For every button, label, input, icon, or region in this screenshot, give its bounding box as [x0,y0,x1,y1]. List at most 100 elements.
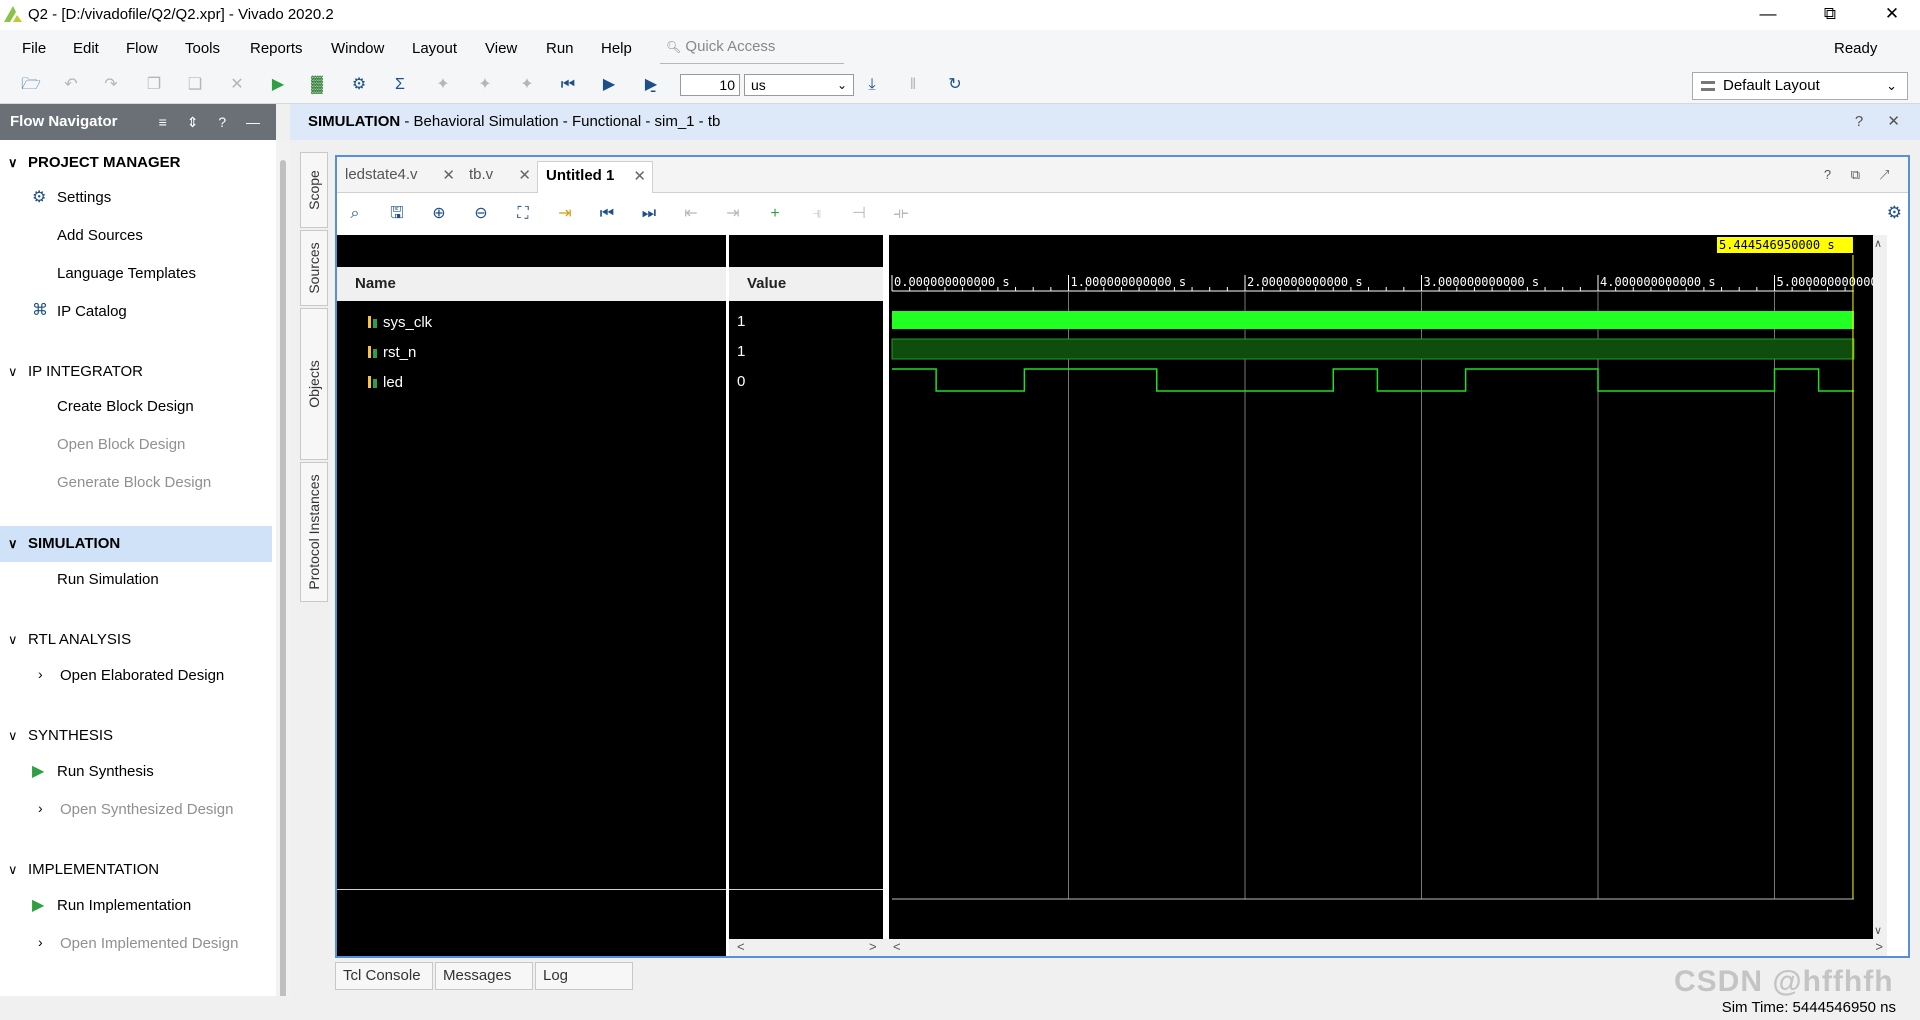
value-column-header[interactable]: Value [729,267,883,301]
paste-icon[interactable]: ❑ [184,74,206,96]
menu-file[interactable]: File [22,40,46,57]
tab-scope[interactable]: Scope [300,152,328,228]
chevron-right-icon[interactable]: › [38,934,43,950]
section-synthesis[interactable]: ∨ SYNTHESIS [8,727,113,744]
quick-access-search[interactable]: 🔍︎ Quick Access [660,36,844,64]
menu-flow[interactable]: Flow [126,40,158,57]
section-implementation[interactable]: ∨ IMPLEMENTATION [8,861,159,878]
previous-transition-icon[interactable]: ⇤ [680,203,702,225]
fn-run-synthesis[interactable]: Run Synthesis [57,763,154,780]
menu-edit[interactable]: Edit [73,40,99,57]
layout-select[interactable]: Default Layout ⌄ [1692,72,1908,100]
fn-ip-catalog[interactable]: IP Catalog [57,303,127,320]
run-all-icon[interactable]: ▶ [598,74,620,96]
section-ip-integrator[interactable]: ∨ IP INTEGRATOR [8,363,143,380]
settings-gear-icon[interactable]: ⚙ [348,74,370,96]
menu-help[interactable]: Help [601,40,632,57]
delete-icon[interactable]: ✕ [226,74,248,96]
close-icon[interactable]: ✕ [633,163,646,191]
chevron-right-icon[interactable]: › [38,800,43,816]
open-project-icon[interactable]: 🗁︎ [20,74,42,96]
next-transition-icon[interactable]: ⇥ [722,203,744,225]
search-icon[interactable]: ⌕ [344,203,366,225]
menu-layout[interactable]: Layout [412,40,457,57]
run-time-input[interactable]: 10 [680,74,740,96]
disabled-tool-icon[interactable]: ✦ [474,74,496,96]
menu-window[interactable]: Window [331,40,384,57]
section-simulation[interactable]: ∨ SIMULATION [8,535,120,552]
menu-tools[interactable]: Tools [185,40,220,57]
editor-tab-icons[interactable]: ? ⧉ ↗ [1824,167,1898,183]
restore-button[interactable]: ⧉ [1804,0,1856,30]
run-icon[interactable]: ▶ [267,74,289,96]
go-to-end-icon[interactable]: ⏭︎ [638,203,660,225]
tab-objects[interactable]: Objects [300,308,328,460]
close-icon[interactable]: ✕ [442,162,455,190]
go-to-cursor-icon[interactable]: ⇥ [554,203,576,225]
tab-ledstate4[interactable]: ledstate4.v ✕ [337,161,461,193]
fn-create-block-design[interactable]: Create Block Design [57,398,194,415]
signal-row[interactable]: led [367,373,403,391]
fn-open-synthesized-design[interactable]: Open Synthesized Design [60,801,233,818]
scroll-left-icon[interactable]: < [893,939,901,954]
fn-run-simulation[interactable]: Run Simulation [57,571,159,588]
tab-protocol-instances[interactable]: Protocol Instances [300,462,328,602]
report-sigma-icon[interactable]: Σ [389,74,411,96]
fn-open-implemented-design[interactable]: Open Implemented Design [60,935,238,952]
step-icon[interactable]: ⤓ [861,74,883,96]
tab-untitled-1[interactable]: Untitled 1 ✕ [537,161,653,193]
previous-marker-icon[interactable]: ⫣ [806,203,828,225]
fn-language-templates[interactable]: Language Templates [57,265,196,282]
program-device-icon[interactable]: ▓ [306,74,328,96]
flow-navigator-scrollbar[interactable] [276,140,290,1020]
zoom-in-icon[interactable]: ⊕ [428,203,450,225]
fn-run-implementation[interactable]: Run Implementation [57,897,191,914]
waveform-pane[interactable]: 0.000000000000 s 1.000000000000 s 2.000000… [889,235,1892,939]
fn-add-sources[interactable]: Add Sources [57,227,143,244]
tab-tcl-console[interactable]: Tcl Console [335,962,433,990]
fn-open-elaborated-design[interactable]: Open Elaborated Design [60,667,224,684]
settings-gear-icon[interactable]: ⚙ [1887,203,1902,223]
scroll-thumb[interactable] [280,160,286,1020]
signal-row[interactable]: rst_n [367,343,416,361]
section-project-manager[interactable]: ∨ PROJECT MANAGER [8,154,181,171]
scroll-left-icon[interactable]: < [737,939,745,954]
disabled-tool-icon[interactable]: ✦ [432,74,454,96]
close-icon[interactable]: ✕ [518,162,531,190]
section-rtl-analysis[interactable]: ∨ RTL ANALYSIS [8,631,131,648]
horizontal-scrollbars[interactable]: < > < > [729,939,1887,956]
sim-header-icons[interactable]: ? ✕ [1855,104,1910,140]
tab-messages[interactable]: Messages [435,962,533,990]
fn-generate-block-design[interactable]: Generate Block Design [57,474,211,491]
menu-reports[interactable]: Reports [250,40,303,57]
time-unit-select[interactable]: us ⌄ [744,74,854,96]
copy-icon[interactable]: ❐ [143,74,165,96]
signal-row[interactable]: sys_clk [367,313,432,331]
fn-open-block-design[interactable]: Open Block Design [57,436,185,453]
zoom-out-icon[interactable]: ⊖ [470,203,492,225]
zoom-fit-icon[interactable]: ⛶ [512,203,534,225]
waveform-vertical-scrollbar[interactable]: ∧ ∨ [1873,235,1887,939]
tab-log[interactable]: Log [535,962,633,990]
redo-icon[interactable]: ↷ [100,74,122,96]
relaunch-icon[interactable]: ↻ [944,74,966,96]
scroll-right-icon[interactable]: > [1875,939,1883,954]
scroll-up-icon[interactable]: ∧ [1874,237,1882,250]
tab-sources[interactable]: Sources [300,230,328,306]
break-icon[interactable]: ‖ [902,74,924,96]
disabled-tool-icon[interactable]: ✦ [516,74,538,96]
fn-settings[interactable]: Settings [57,189,111,206]
next-marker-icon[interactable]: ⊣ [848,203,870,225]
chevron-right-icon[interactable]: › [38,666,43,682]
flow-navigator-header-icons[interactable]: ≡ ⇕ ? — [159,104,268,140]
swap-cursor-icon[interactable]: ⟛ [890,203,912,225]
menu-run[interactable]: Run [546,40,574,57]
waveform-canvas[interactable]: 0.000000000000 s 1.000000000000 s 2.000000… [889,235,1892,939]
undo-icon[interactable]: ↶ [60,74,82,96]
run-for-icon[interactable]: ▶̱ [640,74,662,96]
scroll-right-icon[interactable]: > [869,939,877,954]
restart-icon[interactable]: ⏮︎ [557,74,579,96]
save-icon[interactable]: 🖫︎ [386,203,408,225]
tab-tb[interactable]: tb.v ✕ [461,161,537,193]
add-marker-icon[interactable]: + [764,203,786,225]
